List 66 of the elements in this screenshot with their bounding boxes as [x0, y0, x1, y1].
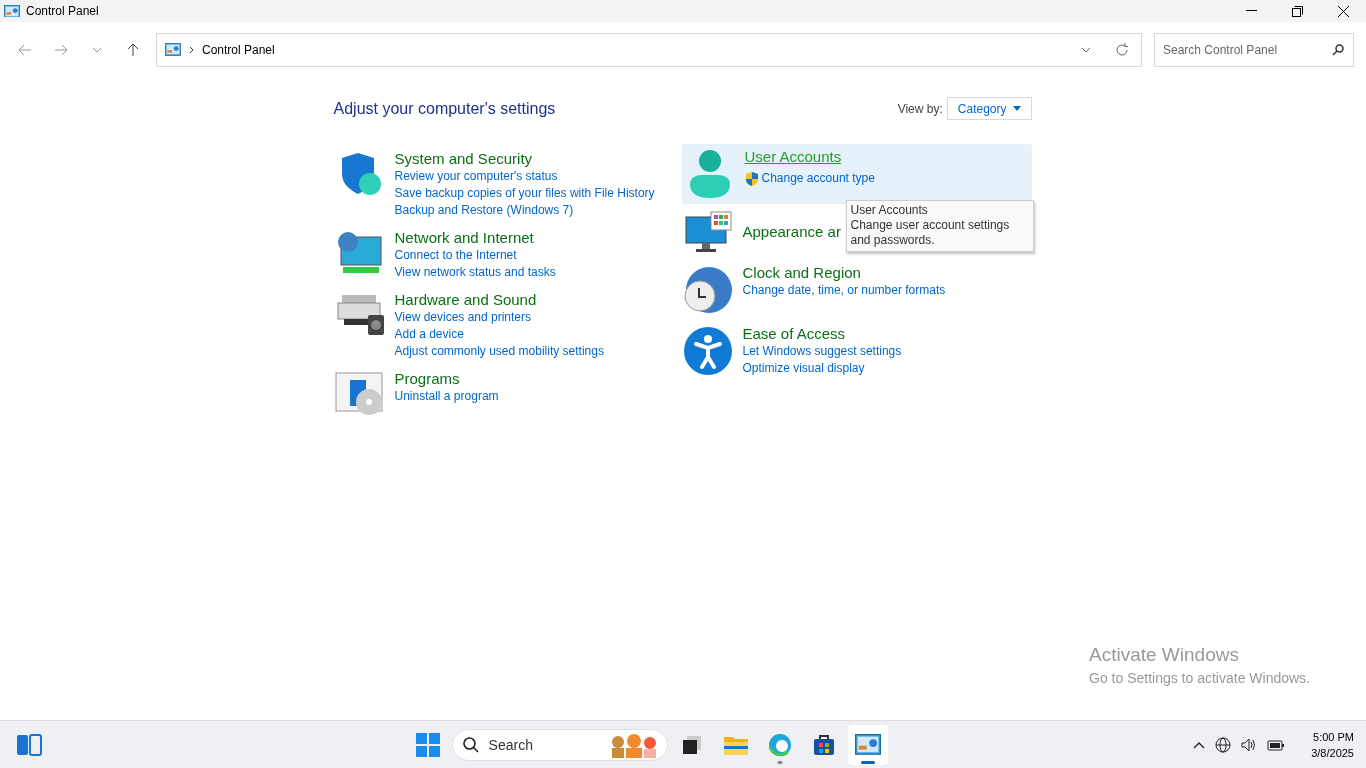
category-title-link[interactable]: Network and Internet [394, 229, 556, 246]
programs-disc-icon [334, 372, 385, 416]
back-arrow-icon [18, 43, 32, 56]
category-link[interactable]: Let Windows suggest settings [742, 344, 902, 359]
activation-text: Go to Settings to activate Windows. [1089, 670, 1310, 686]
running-indicator [860, 760, 875, 764]
category-link[interactable]: Save backup copies of your files with File History [394, 186, 655, 201]
browser-icon [767, 732, 792, 757]
minimize-icon [1245, 10, 1257, 12]
control-panel-icon [165, 43, 181, 56]
store-bag-icon [812, 733, 835, 756]
category-title-link[interactable]: Appearance ar [742, 223, 841, 240]
tooltip-title: User Accounts [850, 203, 929, 218]
category-title-link[interactable]: Clock and Region [742, 264, 946, 281]
restore-icon [1291, 5, 1303, 17]
network-globe-icon[interactable] [1215, 736, 1232, 753]
category-title-link[interactable]: Programs [394, 370, 499, 387]
category-link[interactable]: Backup and Restore (Windows 7) [394, 203, 574, 218]
caret-icon [1012, 106, 1021, 111]
chevron-icon [189, 45, 194, 54]
clock-button[interactable]: 5:00 PM 3/8/2025 [1311, 728, 1354, 761]
category-title-link[interactable]: Ease of Access [742, 325, 902, 342]
category-link[interactable]: Uninstall a program [394, 389, 499, 404]
category-title-link[interactable]: Hardware and Sound [394, 291, 604, 308]
close-icon [1337, 5, 1349, 17]
globe-clock-icon [682, 266, 733, 314]
page-heading: Adjust your computer's settings [333, 99, 556, 118]
view-by-label: View by: [897, 101, 943, 116]
accessibility-icon [683, 327, 732, 375]
show-hidden-icons-button[interactable] [1193, 740, 1206, 749]
control-panel-icon [854, 734, 881, 755]
category-title-link[interactable]: User Accounts [744, 148, 875, 165]
activation-title: Activate Windows [1089, 644, 1240, 666]
category-link[interactable]: Change date, time, or number formats [742, 283, 946, 298]
monitor-palette-icon [683, 211, 732, 253]
search-icon [1332, 43, 1344, 56]
address-path: Control Panel [202, 42, 276, 57]
category-title-link[interactable]: System and Security [394, 150, 655, 167]
category-link[interactable]: Add a device [394, 327, 464, 342]
category-link[interactable]: Adjust commonly used mobility settings [394, 344, 604, 359]
up-arrow-icon [127, 42, 139, 57]
chevron-down-icon [92, 46, 102, 53]
user-icon [687, 150, 732, 198]
search-field[interactable]: Search Control Panel [1154, 32, 1354, 67]
task-view-icon [681, 734, 702, 755]
forward-arrow-icon [54, 43, 68, 56]
category-link[interactable]: Change account type [761, 171, 875, 186]
window-title: Control Panel [26, 4, 100, 18]
category-link[interactable]: View network status and tasks [394, 265, 556, 280]
category-link[interactable]: View devices and printers [394, 310, 532, 325]
search-icon [462, 736, 479, 753]
category-link[interactable]: Connect to the Internet [394, 248, 517, 263]
running-indicator [777, 760, 783, 764]
printer-speaker-icon [335, 293, 384, 335]
address-bar[interactable]: Control Panel [156, 32, 1142, 67]
widgets-button[interactable] [16, 733, 42, 756]
windows-logo-icon [415, 732, 440, 757]
category-link[interactable]: Review your computer's status [394, 169, 558, 184]
battery-icon[interactable] [1267, 738, 1286, 751]
view-by-dropdown[interactable]: Category [946, 97, 1032, 120]
volume-icon[interactable] [1241, 737, 1258, 752]
dropdown-icon [1081, 46, 1091, 53]
category-link[interactable]: Optimize visual display [742, 361, 865, 376]
tooltip-text: Change user account settings and passwords. [850, 218, 1011, 248]
control-panel-icon [4, 4, 20, 18]
refresh-icon[interactable] [1115, 42, 1129, 57]
